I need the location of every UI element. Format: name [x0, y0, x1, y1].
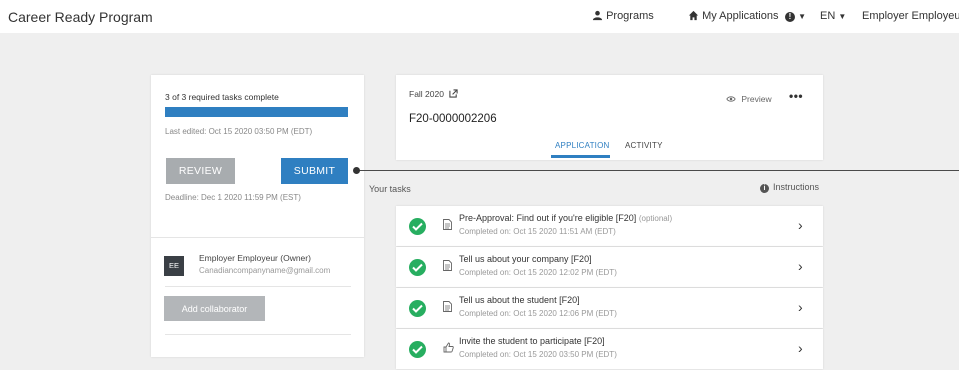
chevron-down-icon: ▼: [838, 12, 847, 21]
nav-programs-label: Programs: [606, 10, 654, 22]
nav-my-applications[interactable]: My Applications: [688, 10, 779, 22]
progress-bar-fill: [165, 107, 348, 117]
app-title[interactable]: Career Ready Program: [8, 9, 153, 25]
document-icon: [443, 260, 452, 271]
user-menu-label: Employer Employeur: [862, 10, 959, 22]
task-completed-date: Completed on: Oct 15 2020 12:02 PM (EDT): [459, 268, 617, 277]
term-label: Fall 2020: [409, 89, 444, 99]
language-label: EN: [820, 10, 836, 22]
owner-name: Employer Employeur (Owner): [199, 253, 311, 263]
divider: [165, 334, 351, 335]
preview-button[interactable]: Preview: [726, 94, 772, 104]
check-circle-icon: [409, 300, 426, 317]
programs-icon: [592, 10, 603, 21]
optional-label: (optional): [638, 214, 673, 223]
task-row[interactable]: Invite the student to participate [F20] …: [396, 329, 823, 369]
nav-my-applications-label: My Applications: [702, 10, 779, 22]
instructions-label: Instructions: [773, 182, 820, 192]
connector-line: [356, 170, 959, 171]
application-status-card: 3 of 3 required tasks complete Last edit…: [151, 75, 364, 357]
user-menu[interactable]: Employer Employeur ▼: [862, 10, 959, 22]
check-circle-icon: [409, 341, 426, 358]
document-icon: [443, 301, 452, 312]
chevron-right-icon: ›: [798, 340, 803, 356]
chevron-right-icon: ›: [798, 299, 803, 315]
add-collaborator-button[interactable]: Add collaborator: [164, 296, 265, 321]
tab-activity[interactable]: ACTIVITY: [625, 141, 663, 150]
deadline: Deadline: Dec 1 2020 11:59 PM (EST): [165, 193, 301, 202]
chevron-right-icon: ›: [798, 217, 803, 233]
task-title: Tell us about the student [F20]: [459, 295, 580, 305]
check-circle-icon: [409, 218, 426, 235]
required-tasks-status: 3 of 3 required tasks complete: [165, 92, 279, 102]
task-title: Pre-Approval: Find out if you're eligibl…: [459, 213, 672, 223]
application-header-card: Fall 2020 F20-0000002206 Preview ••• APP…: [396, 75, 823, 160]
chevron-right-icon: ›: [798, 258, 803, 274]
task-completed-date: Completed on: Oct 15 2020 12:06 PM (EDT): [459, 309, 617, 318]
task-title-text: Pre-Approval: Find out if you're eligibl…: [459, 213, 637, 223]
divider: [165, 286, 351, 287]
help-menu[interactable]: ! ▼: [785, 10, 806, 22]
tasks-heading: Your tasks: [369, 184, 411, 194]
more-options-button[interactable]: •••: [789, 89, 803, 103]
task-completed-date: Completed on: Oct 15 2020 11:51 AM (EDT): [459, 227, 616, 236]
application-id: F20-0000002206: [409, 113, 497, 125]
task-row[interactable]: Pre-Approval: Find out if you're eligibl…: [396, 206, 823, 246]
task-title: Tell us about your company [F20]: [459, 254, 592, 264]
avatar: EE: [164, 256, 184, 276]
nav-programs[interactable]: Programs: [592, 10, 654, 22]
chevron-down-icon: ▼: [798, 12, 806, 21]
term-link[interactable]: Fall 2020: [409, 89, 458, 99]
task-title: Invite the student to participate [F20]: [459, 336, 605, 346]
external-link-icon: [449, 89, 458, 98]
progress-bar: [165, 107, 348, 117]
thumbs-up-icon: [443, 342, 454, 353]
instructions-link[interactable]: i Instructions: [760, 182, 819, 193]
top-navbar: Career Ready Program Programs My Applica…: [0, 0, 959, 33]
check-circle-icon: [409, 259, 426, 276]
task-row[interactable]: Tell us about your company [F20] Complet…: [396, 247, 823, 287]
language-menu[interactable]: EN ▼: [820, 10, 846, 22]
review-button[interactable]: REVIEW: [166, 158, 235, 184]
divider: [151, 237, 364, 238]
info-icon: !: [785, 12, 795, 22]
owner-email: Canadiancompanyname@gmail.com: [199, 266, 331, 275]
preview-label: Preview: [741, 94, 772, 104]
task-completed-date: Completed on: Oct 15 2020 03:50 PM (EDT): [459, 350, 617, 359]
last-edited: Last edited: Oct 15 2020 03:50 PM (EDT): [165, 127, 313, 136]
tab-application[interactable]: APPLICATION: [555, 141, 610, 150]
document-icon: [443, 219, 452, 230]
connector-dot: [353, 167, 360, 174]
home-icon: [688, 10, 699, 21]
submit-button[interactable]: SUBMIT: [281, 158, 348, 184]
info-icon: i: [760, 184, 769, 193]
eye-icon: [726, 96, 736, 102]
active-tab-indicator: [551, 155, 610, 158]
task-row[interactable]: Tell us about the student [F20] Complete…: [396, 288, 823, 328]
